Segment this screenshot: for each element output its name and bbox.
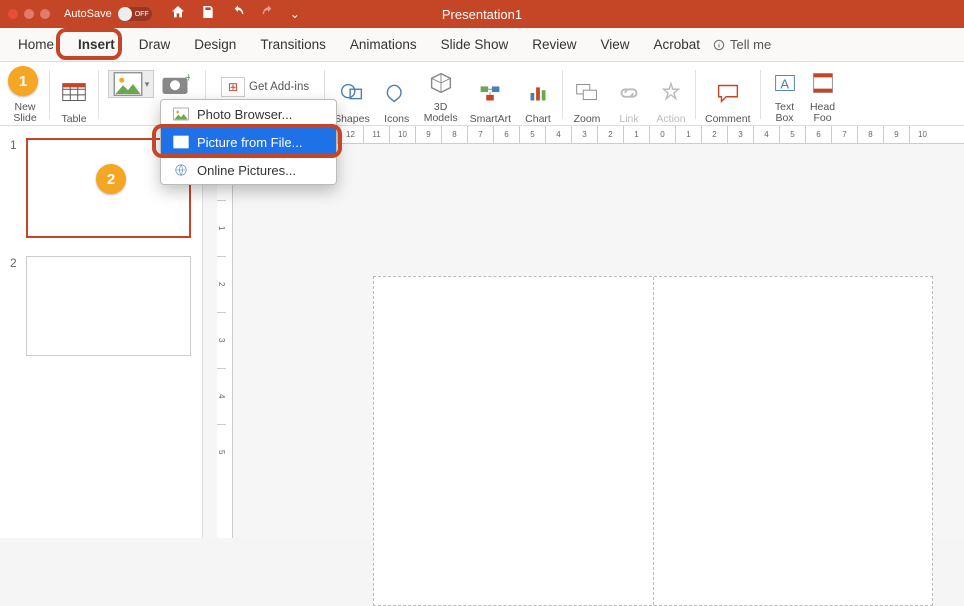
workspace: 1 2 16 15 14 13 12 11 10 9 8 7 6 5 4 3 2…: [0, 126, 964, 538]
close-window-icon[interactable]: [8, 9, 18, 19]
slide-canvas-area[interactable]: 16 15 14 13 12 11 10 9 8 7 6 5 4 3 2 1 0…: [203, 126, 964, 538]
redo-icon[interactable]: [260, 4, 276, 25]
svg-text:A: A: [780, 77, 789, 92]
header-footer-button[interactable]: Head Foo: [806, 64, 840, 125]
chevron-down-icon: ▾: [145, 79, 150, 90]
icons-button[interactable]: Icons: [376, 64, 418, 125]
maximize-window-icon[interactable]: [40, 9, 50, 19]
picture-icon: [113, 69, 143, 99]
link-button[interactable]: Link: [608, 64, 650, 125]
quick-access-toolbar: ⌄: [170, 4, 300, 25]
save-icon[interactable]: [200, 4, 216, 25]
camera-icon: +: [160, 69, 190, 99]
action-button[interactable]: Action: [650, 64, 692, 125]
slide-thumbnail-2[interactable]: [26, 256, 191, 356]
customize-qat-icon[interactable]: ⌄: [290, 7, 300, 21]
photo-browser-item[interactable]: Photo Browser...: [161, 100, 336, 128]
tab-slideshow[interactable]: Slide Show: [429, 31, 521, 58]
annotation-badge-1: 1: [8, 66, 38, 96]
tell-me[interactable]: Tell me: [712, 37, 771, 52]
picture-file-icon: [173, 135, 189, 149]
tab-design[interactable]: Design: [182, 31, 248, 58]
table-button[interactable]: Table: [53, 64, 95, 125]
get-addins-button[interactable]: ⊞ Get Add-ins: [215, 77, 315, 97]
tab-acrobat[interactable]: Acrobat: [642, 31, 713, 58]
window-controls[interactable]: [8, 9, 50, 19]
annotation-badge-2: 2: [96, 164, 126, 194]
screenshot-button[interactable]: +: [158, 70, 192, 98]
horizontal-ruler: 16 15 14 13 12 11 10 9 8 7 6 5 4 3 2 1 0…: [233, 126, 964, 144]
tab-home[interactable]: Home: [6, 31, 66, 58]
globe-icon: [173, 163, 189, 177]
tab-view[interactable]: View: [588, 31, 641, 58]
ribbon-tabs: Home Insert Draw Design Transitions Anim…: [0, 28, 964, 62]
chart-button[interactable]: Chart: [517, 64, 559, 125]
textbox-button[interactable]: A Text Box: [764, 64, 806, 125]
picture-icon: [173, 107, 189, 121]
tab-review[interactable]: Review: [520, 31, 588, 58]
zoom-button[interactable]: Zoom: [566, 64, 608, 125]
comment-button[interactable]: Comment: [699, 64, 757, 125]
tab-animations[interactable]: Animations: [338, 31, 429, 58]
undo-icon[interactable]: [230, 4, 246, 25]
autosave-toggle[interactable]: OFF: [118, 7, 152, 21]
tab-insert[interactable]: Insert: [66, 31, 127, 58]
slide-canvas[interactable]: [373, 276, 933, 606]
picture-from-file-item[interactable]: Picture from File...: [161, 128, 336, 156]
vertical-ruler: 012345: [217, 144, 233, 538]
thumbnail-number: 1: [10, 138, 20, 152]
pictures-dropdown-menu: Photo Browser... Picture from File... On…: [160, 99, 337, 185]
smartart-button[interactable]: SmartArt: [464, 64, 517, 125]
thumbnail-number: 2: [10, 256, 20, 270]
minimize-window-icon[interactable]: [24, 9, 34, 19]
ribbon: New Slide Table ▾ + ⊞ Get Add-ins Add-in…: [0, 62, 964, 126]
title-bar: AutoSave OFF ⌄ Presentation1: [0, 0, 964, 28]
online-pictures-item[interactable]: Online Pictures...: [161, 156, 336, 184]
home-icon[interactable]: [170, 4, 186, 25]
pictures-button[interactable]: ▾: [108, 70, 154, 98]
tab-draw[interactable]: Draw: [127, 31, 183, 58]
3d-models-button[interactable]: 3D Models: [418, 64, 464, 125]
tab-transitions[interactable]: Transitions: [248, 31, 338, 58]
svg-text:+: +: [185, 71, 190, 85]
autosave-label: AutoSave: [64, 8, 112, 20]
